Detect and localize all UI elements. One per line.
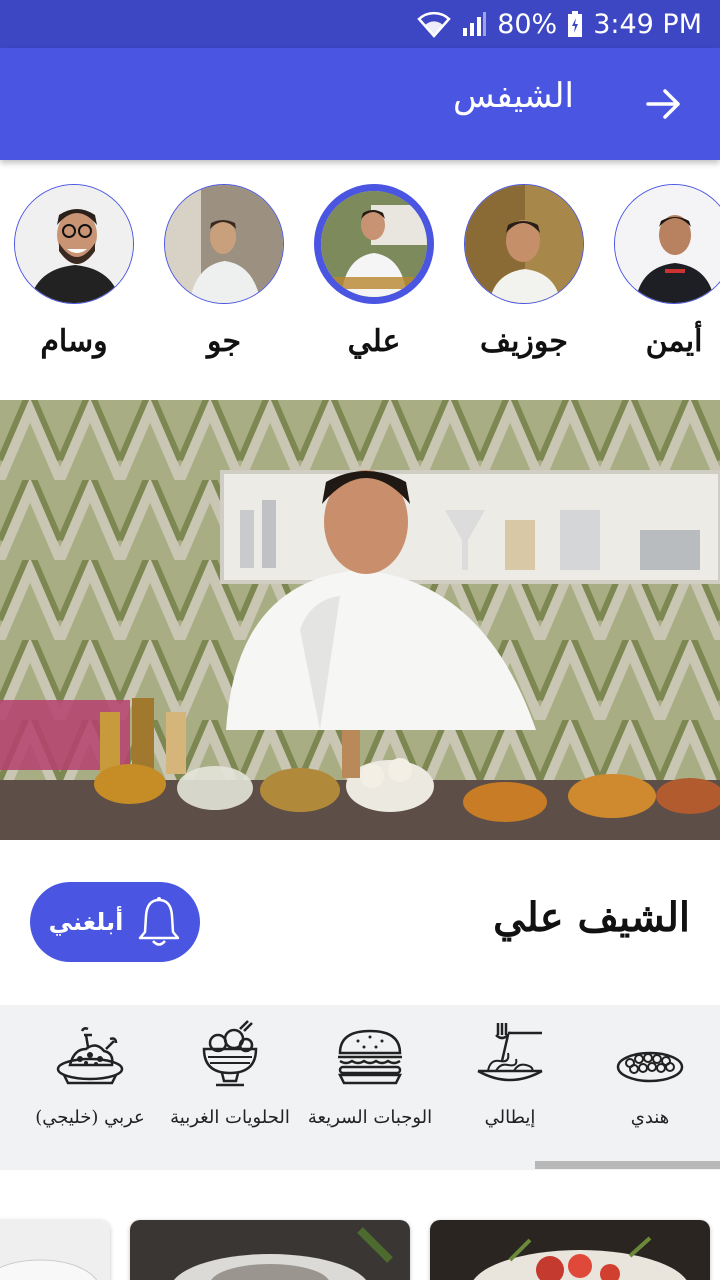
signal-icon	[463, 12, 487, 36]
ice-cream-cup-icon	[202, 1020, 258, 1087]
spaghetti-icon	[477, 1023, 543, 1082]
chef-item-joe[interactable]: جو	[162, 184, 286, 359]
wifi-icon	[417, 11, 451, 38]
category-western-desserts[interactable]: الحلويات الغربية	[160, 1019, 300, 1131]
category-label: الوجبات السريعة	[307, 1107, 433, 1128]
chef-name: جوزيف	[480, 324, 568, 359]
back-arrow-icon[interactable]	[646, 86, 682, 122]
recipe-card[interactable]	[130, 1220, 410, 1280]
chef-avatar	[314, 184, 434, 304]
category-arabic-gulf[interactable]: عربي (خليجي)	[20, 1019, 160, 1131]
chef-avatar	[14, 184, 134, 304]
chef-avatar	[164, 184, 284, 304]
page-title: الشيفس	[453, 76, 574, 116]
chef-hero-image	[0, 400, 720, 840]
cuisine-categories[interactable]: هندي إيطالي الوجبات السريعة الحلويات الغ…	[0, 1005, 720, 1170]
category-label: هندي	[630, 1107, 670, 1128]
category-label: الحلويات الغربية	[170, 1107, 290, 1128]
chef-name: جو	[206, 324, 242, 359]
notify-button[interactable]: أبلغني	[30, 882, 200, 962]
chef-avatar	[614, 184, 720, 304]
battery-percent: 80%	[497, 8, 558, 40]
category-label: عربي (خليجي)	[35, 1107, 145, 1128]
recipe-card[interactable]	[0, 1220, 110, 1280]
chef-title: الشيف علي	[493, 894, 690, 941]
lentils-bowl-icon	[616, 1051, 684, 1083]
recipe-card[interactable]	[430, 1220, 710, 1280]
category-label: إيطالي	[484, 1107, 536, 1128]
chef-item-joseph[interactable]: جوزيف	[462, 184, 586, 359]
chef-item-wissam[interactable]: وسام	[12, 184, 136, 359]
category-fast-food[interactable]: الوجبات السريعة	[300, 1019, 440, 1131]
platter-icon	[56, 1027, 124, 1085]
recipe-cards[interactable]	[0, 1170, 720, 1280]
chef-avatar	[464, 184, 584, 304]
chef-name: وسام	[40, 324, 108, 359]
chef-item-ali[interactable]: علي	[312, 184, 436, 359]
notify-label: أبلغني	[48, 908, 124, 936]
category-scroll-indicator	[535, 1161, 720, 1169]
chef-item-ayman[interactable]: أيمن	[612, 184, 720, 359]
status-bar: 80% 3:49 PM	[0, 0, 720, 48]
chef-name: علي	[347, 324, 401, 359]
app-bar: الشيفس	[0, 48, 720, 160]
category-italian[interactable]: إيطالي	[440, 1019, 580, 1131]
burger-icon	[337, 1029, 403, 1085]
chef-carousel[interactable]: أيمن جوزيف علي جو وسام	[0, 160, 720, 400]
bell-icon	[139, 897, 180, 946]
chef-name: أيمن	[645, 324, 703, 359]
clock: 3:49 PM	[593, 8, 702, 40]
battery-icon	[568, 11, 583, 37]
category-indian[interactable]: هندي	[580, 1019, 720, 1131]
